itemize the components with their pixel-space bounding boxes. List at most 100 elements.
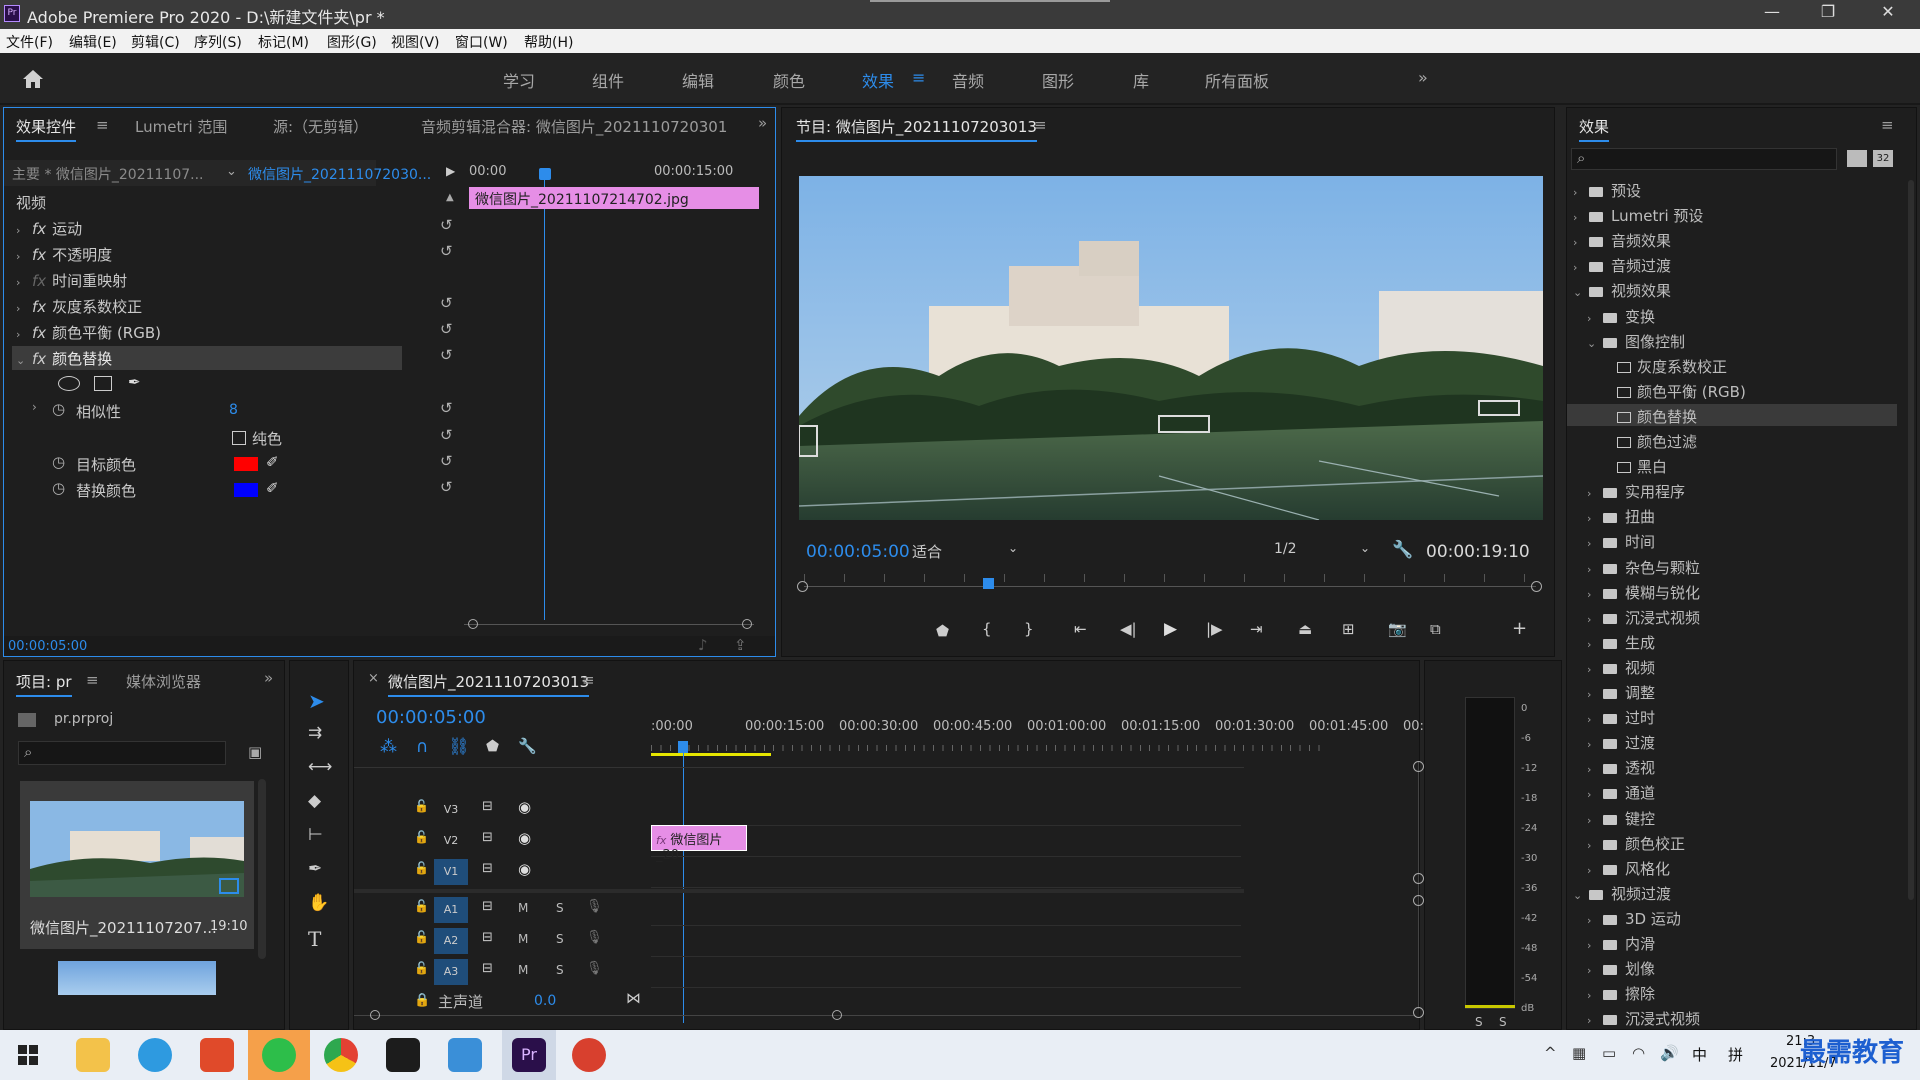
export-frame-icon[interactable]: 📷 — [1388, 620, 1407, 638]
workspace-more-icon[interactable]: » — [1418, 68, 1428, 87]
tree-expand-icon[interactable]: › — [1587, 512, 1603, 525]
project-more-icon[interactable]: » — [264, 669, 273, 687]
effects-tree-item[interactable]: › 音频过渡 — [1573, 255, 1671, 276]
ec-clip-bar[interactable]: 微信图片_20211107214702.jpg — [469, 187, 759, 209]
effects-tree-item[interactable]: 颜色过滤 — [1601, 431, 1697, 452]
tray-wifi-icon[interactable]: ◠ — [1632, 1044, 1645, 1062]
effect-motion[interactable]: › fx 运动 — [16, 218, 82, 239]
workspace-effects[interactable]: 效果 — [862, 68, 894, 92]
tab-project[interactable]: 项目: pr — [16, 671, 72, 697]
play-icon[interactable]: ▶ — [1164, 619, 1177, 639]
v-scroll-handle-4[interactable] — [1413, 1007, 1424, 1018]
timeline-clip-v2[interactable]: fx 微信图片_20 — [651, 825, 747, 863]
workspace-color[interactable]: 颜色 — [773, 68, 805, 92]
similarity-expand-icon[interactable]: › — [32, 400, 37, 414]
clip-name-label[interactable]: 微信图片_202111072030... — [248, 164, 431, 184]
new-bin-icon[interactable]: ▣ — [248, 743, 262, 761]
master-goto-icon[interactable]: ⋈ — [626, 989, 641, 1007]
master-clip-label[interactable]: 主要 * 微信图片_20211107... — [12, 164, 204, 184]
reset-target-icon[interactable]: ↺ — [440, 452, 453, 470]
project-item[interactable]: 微信图片_20211107207... 19:10 — [20, 781, 254, 949]
nest-toggle-icon[interactable]: ⁂ — [380, 737, 397, 757]
replace-color-swatch[interactable] — [234, 483, 258, 497]
workspace-editing[interactable]: 编辑 — [682, 68, 714, 92]
reset-color-balance-icon[interactable]: ↺ — [440, 320, 453, 338]
tray-network-icon[interactable]: ▦ — [1572, 1044, 1586, 1062]
v-scroll-handle-3[interactable] — [1413, 895, 1424, 906]
target-stopwatch-icon[interactable]: ◷ — [52, 453, 65, 471]
go-to-in-icon[interactable]: ⇤ — [1074, 620, 1087, 638]
v-scroll-handle-1[interactable] — [1413, 761, 1424, 772]
tree-expand-icon[interactable]: › — [1587, 989, 1603, 1002]
tree-expand-icon[interactable]: › — [1573, 236, 1589, 249]
sync-lock-icon[interactable]: ⊟ — [482, 799, 493, 814]
sync-lock-icon[interactable]: ⊟ — [482, 961, 493, 976]
program-timecode[interactable]: 00:00:05:00 — [806, 542, 910, 562]
rect-mask-icon[interactable] — [94, 376, 112, 391]
sync-lock-icon[interactable]: ⊟ — [482, 830, 493, 845]
effects-scrollbar[interactable] — [1908, 180, 1914, 900]
mute-button[interactable]: M — [518, 901, 528, 915]
program-scrub-bar[interactable] — [804, 586, 1536, 587]
resolution-dropdown[interactable]: 1/2 ⌄ — [1274, 541, 1374, 563]
tab-media-browser[interactable]: 媒体浏览器 — [126, 671, 201, 692]
effects-tree-item[interactable]: › 沉浸式视频 — [1587, 607, 1700, 628]
sync-lock-icon[interactable]: ⊟ — [482, 930, 493, 945]
reset-solid-icon[interactable]: ↺ — [440, 426, 453, 444]
edge-icon[interactable] — [138, 1038, 172, 1072]
close-sequence-icon[interactable]: × — [368, 671, 379, 686]
app-taskbar-icon[interactable] — [572, 1038, 606, 1072]
accelerated-effects-icon[interactable] — [1847, 150, 1867, 167]
program-video-frame[interactable] — [799, 176, 1543, 520]
timeline-scroll-handle-left[interactable] — [370, 1010, 380, 1020]
track-select-tool-icon[interactable]: ⇉ — [308, 723, 322, 743]
tree-expand-icon[interactable]: › — [1587, 563, 1603, 576]
workspace-assembly[interactable]: 组件 — [592, 68, 624, 92]
wechat-icon[interactable] — [262, 1038, 296, 1072]
effects-panel-title[interactable]: 效果 — [1579, 116, 1610, 142]
track-target-a1[interactable]: A1 — [434, 897, 468, 923]
effects-tree-item[interactable]: 黑白 — [1601, 456, 1667, 477]
effects-tree-item[interactable]: ⌄ 视频效果 — [1573, 280, 1671, 301]
track-target-v1[interactable]: V1 — [434, 859, 468, 885]
effects-tree-item[interactable]: › 沉浸式视频 — [1587, 1008, 1700, 1029]
step-forward-icon[interactable]: |▶ — [1206, 620, 1223, 638]
effects-tree-item[interactable]: › 透视 — [1587, 757, 1655, 778]
menu-graphics[interactable]: 图形(G) — [327, 32, 377, 52]
ellipse-mask-icon[interactable] — [58, 376, 80, 391]
minimize-button[interactable]: — — [1752, 2, 1792, 26]
sync-lock-icon[interactable]: ⊟ — [482, 899, 493, 914]
tray-volume-icon[interactable]: 🔊 — [1660, 1044, 1679, 1062]
effects-tree-item[interactable]: › 通道 — [1587, 782, 1655, 803]
menu-edit[interactable]: 编辑(E) — [69, 32, 117, 52]
meter-solo-right[interactable]: S — [1499, 1015, 1507, 1029]
hand-tool-icon[interactable]: ✋ — [308, 893, 329, 913]
linked-selection-icon[interactable]: ⛓ — [448, 737, 470, 757]
master-lock-icon[interactable]: 🔒 — [414, 993, 430, 1008]
voiceover-mic-icon[interactable]: 🎙 — [586, 930, 603, 945]
effects-tree-item[interactable]: › 风格化 — [1587, 858, 1670, 879]
windows-start-icon[interactable] — [18, 1045, 38, 1065]
timeline-playhead-icon[interactable] — [678, 741, 688, 753]
timeline-scroll-handle-right[interactable] — [832, 1010, 842, 1020]
restore-button[interactable]: ❐ — [1808, 2, 1848, 26]
target-eyedropper-icon[interactable]: ✐ — [266, 453, 279, 471]
effects-tree-item[interactable]: › 视频 — [1587, 657, 1655, 678]
similarity-stopwatch-icon[interactable]: ◷ — [52, 400, 65, 418]
effects-tree-item[interactable]: › 划像 — [1587, 958, 1655, 979]
32bit-effects-icon[interactable]: 32 — [1873, 150, 1893, 167]
timeline-marker-icon[interactable]: ⬟ — [486, 737, 499, 755]
tree-expand-icon[interactable]: › — [1587, 864, 1603, 877]
target-color-swatch[interactable] — [234, 457, 258, 471]
tab-source[interactable]: 源:（无剪辑） — [273, 116, 368, 137]
track-lock-icon[interactable]: 🔓 — [414, 961, 429, 975]
project-scrollbar[interactable] — [258, 779, 266, 959]
effects-tree-item[interactable]: › 内滑 — [1587, 933, 1655, 954]
snap-icon[interactable]: ∩ — [416, 737, 428, 757]
track-eye-icon[interactable]: ◉ — [518, 829, 531, 847]
workspace-learn[interactable]: 学习 — [503, 68, 535, 92]
effect-opacity[interactable]: › fx 不透明度 — [16, 244, 112, 265]
effects-panel-menu-icon[interactable]: ≡ — [1881, 116, 1894, 134]
security-shield-icon[interactable] — [386, 1038, 420, 1072]
go-to-out-icon[interactable]: ⇥ — [1250, 620, 1263, 638]
